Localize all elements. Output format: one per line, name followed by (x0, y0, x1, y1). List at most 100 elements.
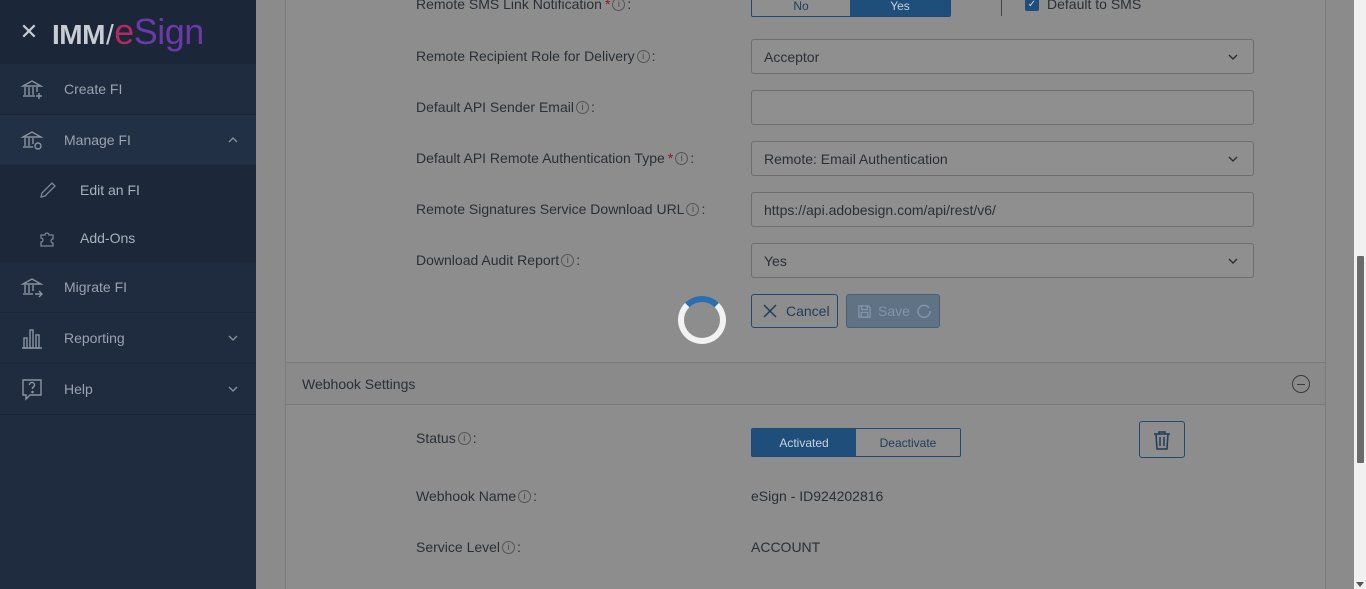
sms-yes-option[interactable]: Yes (850, 0, 950, 16)
info-icon[interactable]: i (561, 253, 575, 267)
chevron-down-icon (1228, 258, 1238, 264)
logo-sign: Sign (133, 11, 205, 52)
sms-no-option[interactable]: No (752, 0, 850, 16)
colon: : (701, 201, 706, 217)
delete-webhook-button[interactable] (1139, 421, 1185, 458)
auth-type-value: Remote: Email Authentication (764, 150, 948, 167)
info-icon[interactable]: i (636, 49, 650, 63)
remote-settings-card: Remote SMS Link Notification * i : No Ye… (285, 0, 1326, 362)
logo-esign: eSign (114, 11, 204, 53)
sidebar-item-manage-fi[interactable]: Manage FI (0, 115, 256, 166)
auth-type-label: Default API Remote Authentication Type (416, 150, 665, 166)
recipient-role-row: Remote Recipient Role for Delivery i : (416, 48, 656, 64)
info-icon[interactable]: i (612, 0, 626, 11)
colon: : (533, 488, 538, 504)
scroll-down-arrow-icon[interactable] (1356, 582, 1364, 587)
webhook-status-row: Status i : (416, 430, 477, 446)
brand-bar: ✕ IMM / eSign (0, 0, 256, 64)
save-button[interactable]: Save (846, 294, 940, 328)
audit-report-select[interactable]: Yes (751, 243, 1254, 278)
sidebar: ✕ IMM / eSign Create FI Manage FI Edit a… (0, 0, 256, 589)
logo-imm: IMM (52, 19, 105, 50)
colon: : (690, 150, 695, 166)
sidebar-item-add-ons[interactable]: Add-Ons (0, 214, 256, 262)
save-label: Save (878, 303, 910, 319)
webhook-name-value: eSign - ID924202816 (751, 488, 884, 504)
auth-type-select[interactable]: Remote: Email Authentication (751, 141, 1254, 176)
download-url-row: Remote Signatures Service Download URL i… (416, 201, 705, 217)
info-icon[interactable]: i (575, 100, 589, 114)
service-level-value: ACCOUNT (751, 539, 821, 555)
colon: : (651, 48, 656, 64)
sidebar-item-reporting[interactable]: Reporting (0, 313, 256, 364)
sidebar-item-help[interactable]: Help (0, 364, 256, 415)
scrollbar-thumb[interactable] (1357, 256, 1364, 463)
auth-type-row: Default API Remote Authentication Type *… (416, 150, 694, 166)
required-mark: * (604, 0, 611, 12)
cancel-button[interactable]: Cancel (751, 294, 838, 328)
info-icon[interactable]: i (518, 489, 532, 503)
sidebar-item-label: Edit an FI (80, 182, 140, 198)
chevron-down-icon (228, 335, 238, 341)
divider (1001, 0, 1002, 16)
recipient-role-label: Remote Recipient Role for Delivery (416, 48, 635, 64)
sidebar-item-label: Reporting (64, 330, 125, 346)
bank-arrow-icon (20, 278, 44, 298)
download-url-input[interactable]: https://api.adobesign.com/api/rest/v6/ (751, 192, 1254, 227)
sidebar-item-label: Help (64, 381, 93, 397)
sms-toggle: No Yes (751, 0, 951, 17)
sender-email-row: Default API Sender Email i : (416, 99, 595, 115)
webhook-name-label: Webhook Name (416, 488, 517, 504)
puzzle-icon (40, 232, 54, 247)
logo: IMM / eSign (52, 11, 204, 53)
sms-notification-row: Remote SMS Link Notification * i : (416, 0, 631, 12)
bank-plus-icon (20, 80, 44, 99)
logo-e: e (114, 11, 134, 52)
main-content: Remote SMS Link Notification * i : No Ye… (256, 0, 1354, 589)
loading-spinner (678, 296, 726, 344)
sidebar-item-label: Create FI (64, 81, 123, 97)
sms-notification-label: Remote SMS Link Notification (416, 0, 602, 12)
chevron-down-icon (228, 386, 238, 392)
audit-report-row: Download Audit Report i : (416, 252, 580, 268)
chevron-down-icon (1228, 54, 1238, 60)
pencil-icon (40, 182, 56, 198)
colon: : (576, 252, 581, 268)
colon: : (472, 430, 477, 446)
colon: : (590, 99, 595, 115)
sidebar-item-edit-fi[interactable]: Edit an FI (0, 166, 256, 214)
sender-email-label: Default API Sender Email (416, 99, 574, 115)
floppy-disk-icon (858, 304, 871, 318)
chevron-up-icon (228, 137, 238, 143)
scrollbar[interactable] (1354, 0, 1366, 589)
default-to-sms-label: Default to SMS (1047, 0, 1142, 12)
recipient-role-value: Acceptor (764, 48, 820, 65)
info-icon[interactable]: i (502, 540, 516, 554)
sender-email-input[interactable] (751, 90, 1254, 125)
checkbox-checked-icon: ✓ (1025, 0, 1039, 11)
info-icon[interactable]: i (457, 431, 471, 445)
bar-chart-icon (22, 329, 42, 349)
audit-report-label: Download Audit Report (416, 252, 560, 268)
chevron-down-icon (1228, 156, 1238, 162)
loading-icon (917, 304, 931, 319)
webhook-settings-header[interactable]: Webhook Settings (285, 362, 1326, 405)
required-mark: * (667, 150, 674, 166)
info-icon[interactable]: i (675, 151, 689, 165)
info-icon[interactable]: i (686, 202, 700, 216)
sidebar-item-create-fi[interactable]: Create FI (0, 64, 256, 115)
collapse-icon[interactable] (1292, 375, 1310, 393)
help-bubble-icon (22, 379, 42, 401)
status-deactivate-option[interactable]: Deactivate (856, 429, 960, 456)
webhook-settings-title: Webhook Settings (302, 375, 416, 392)
default-to-sms-checkbox[interactable]: ✓ Default to SMS (1025, 0, 1141, 12)
logo-slash: / (105, 19, 114, 50)
audit-report-value: Yes (764, 252, 787, 269)
sidebar-item-migrate-fi[interactable]: Migrate FI (0, 262, 256, 313)
close-icon[interactable]: ✕ (18, 19, 40, 45)
status-activated-option[interactable]: Activated (752, 429, 856, 456)
bank-gear-icon (20, 131, 44, 150)
trash-icon (1154, 430, 1170, 450)
cancel-label: Cancel (786, 303, 830, 319)
recipient-role-select[interactable]: Acceptor (751, 39, 1254, 74)
